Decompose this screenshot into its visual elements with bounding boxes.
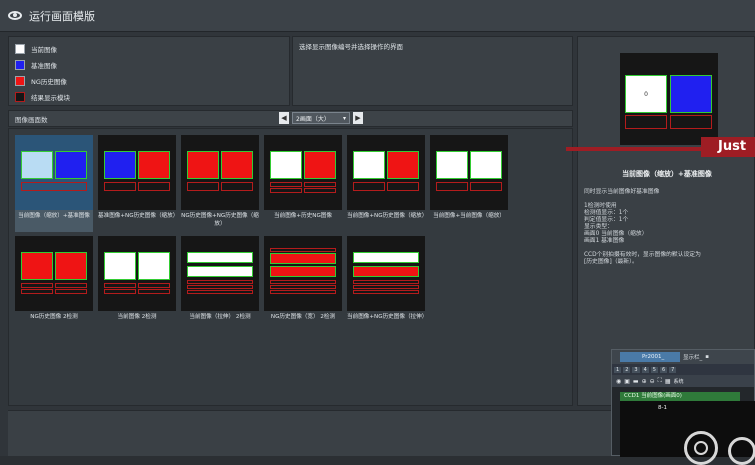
layout-tile[interactable]: NG历史图像 2检测: [15, 236, 93, 331]
layout-tile[interactable]: 当前图像+历史NG图像: [264, 135, 342, 230]
layout-label: NG历史图像 2检测: [30, 314, 78, 320]
camera-toolbar: Pr2001_ 显示栏_ ▪: [612, 350, 754, 364]
app-window: 运行画面模版 当前图像 基准图像 NG历史图像 结果显示模块 选择显示图像编号并…: [0, 0, 755, 465]
legend-label: 基准图像: [31, 62, 57, 70]
hint-text: 选择显示图像编号并选择操作的界面: [299, 43, 403, 51]
layout-label: 当前图像（缩放）+基准图像: [15, 210, 93, 232]
preview-caption: 当前图像（缩放）+基准图像: [622, 170, 712, 178]
preview-screen-index: 0: [644, 90, 648, 98]
layout-thumbnail: [181, 135, 259, 210]
layout-thumbnail: [347, 236, 425, 311]
hint-panel: 选择显示图像编号并选择操作的界面: [292, 36, 573, 106]
legend-label: 当前图像: [31, 46, 57, 54]
layout-thumbnail: [15, 135, 93, 210]
folder-icon[interactable]: ▬: [633, 378, 639, 385]
layout-thumbnail: [347, 135, 425, 210]
badge-ribbon: [566, 147, 706, 151]
swatch-current: [15, 44, 25, 54]
part-ring: [728, 437, 755, 465]
camera-image: 8-1: [620, 401, 755, 465]
screen-count-select[interactable]: 2画面（大） ▾: [292, 112, 350, 124]
layout-label: 当前图像（拉伸） 2检测: [189, 314, 251, 320]
preview-thumbnail: 0: [620, 53, 718, 145]
eye-icon: [8, 11, 22, 20]
layout-tile[interactable]: 当前图像（拉伸） 2检测: [181, 236, 259, 331]
legend-label: 结果显示模块: [31, 94, 70, 102]
camera-tabs: 1 2 3 4 5 6 7: [612, 364, 754, 375]
view-tab[interactable]: CCD1 当前图像(画面0): [620, 392, 740, 401]
swatch-ng-history: [15, 76, 25, 86]
camera-tab[interactable]: 5: [650, 366, 658, 373]
layout-thumbnail: [181, 236, 259, 311]
layout-label: 当前图像+NG历史图像（拉伸）: [347, 314, 428, 320]
layout-tile[interactable]: NG历史图像+NG历史图像（缩放）: [181, 135, 259, 230]
save-icon[interactable]: ▪: [705, 354, 709, 360]
camera-tab[interactable]: 1: [614, 366, 622, 373]
camera-tab[interactable]: 7: [669, 366, 677, 373]
layout-thumbnail: [264, 135, 342, 210]
legend-panel: 当前图像 基准图像 NG历史图像 结果显示模块: [8, 36, 290, 106]
title-bar: 运行画面模版: [0, 0, 755, 32]
screen-count-nav: ◀ 2画面（大） ▾ ▶: [279, 112, 363, 124]
layout-label: NG历史图像+NG历史图像（缩放）: [181, 213, 259, 227]
legend-item: 当前图像: [15, 41, 283, 57]
swatch-result-module: [15, 92, 25, 102]
prev-button[interactable]: ◀: [279, 112, 289, 124]
layout-tile[interactable]: 基准图像+NG历史图像（缩放）: [98, 135, 179, 230]
fit-icon[interactable]: ⛶: [658, 377, 662, 385]
layout-label: 当前图像+NG历史图像（缩放）: [347, 213, 428, 219]
zoom-in-icon[interactable]: ⊕: [642, 378, 647, 385]
layout-label: 基准图像+NG历史图像（缩放）: [98, 213, 179, 219]
layout-label: 当前图像+当前图像（缩放）: [433, 213, 505, 219]
layout-gallery: 当前图像（缩放）+基准图像 基准图像+NG历史图像（缩放） NG历史图像+NG历…: [8, 128, 573, 406]
camera-tab[interactable]: 6: [659, 366, 668, 373]
camera-tab[interactable]: 3: [632, 366, 640, 373]
capture-icon[interactable]: ▣: [624, 378, 630, 385]
camera-tools: ◉ ▣ ▬ ⊕ ⊖ ⛶ ▦ 系统: [612, 375, 754, 387]
gallery-header: 图像画面数 ◀ 2画面（大） ▾ ▶: [8, 110, 573, 127]
layout-thumbnail: [430, 135, 508, 210]
layout-label: 当前图像 2检测: [117, 314, 157, 320]
overlay-label: 8-1: [658, 405, 667, 411]
preview-description: 同时显示当前图像好基准图像 1检测时使用 检测值显示：1个 判定值显示：1个 显…: [584, 189, 701, 265]
camera-tab[interactable]: 4: [641, 366, 649, 373]
next-button[interactable]: ▶: [353, 112, 363, 124]
layout-thumbnail: [98, 236, 176, 311]
window-title: 运行画面模版: [29, 9, 95, 23]
eye-icon[interactable]: ◉: [616, 378, 621, 385]
display-menu[interactable]: 显示栏_: [683, 353, 702, 361]
part-ring: [694, 441, 708, 455]
grid-icon[interactable]: ▦: [665, 378, 671, 385]
layout-tile[interactable]: 当前图像（缩放）+基准图像: [15, 135, 93, 232]
chevron-down-icon: ▾: [342, 114, 346, 122]
program-select[interactable]: Pr2001_: [620, 352, 680, 362]
layout-label: NG历史图像（宽） 2检测: [270, 314, 336, 320]
legend-item: NG历史图像: [15, 73, 283, 89]
layout-tile[interactable]: 当前图像+NG历史图像（缩放）: [347, 135, 428, 230]
zoom-out-icon[interactable]: ⊖: [650, 378, 655, 385]
legend-label: NG历史图像: [31, 78, 67, 86]
swatch-reference: [15, 60, 25, 70]
camera-tab[interactable]: 2: [623, 366, 631, 373]
screen-count-value: 2画面（大）: [296, 115, 330, 123]
layout-tile[interactable]: 当前图像+NG历史图像（拉伸）: [347, 236, 428, 331]
side-label: 系统: [673, 378, 684, 385]
layout-thumbnail: [264, 236, 342, 311]
layout-tile[interactable]: 当前图像 2检测: [98, 236, 176, 331]
gallery-title: 图像画面数: [15, 115, 48, 124]
camera-monitor-panel: Pr2001_ 显示栏_ ▪ 1 2 3 4 5 6 7 ◉ ▣ ▬ ⊕ ⊖ ⛶…: [611, 349, 755, 465]
legend-item: 结果显示模块: [15, 89, 283, 105]
layout-thumbnail: [15, 236, 93, 311]
just-badge: Just: [701, 137, 755, 157]
layout-tile[interactable]: NG历史图像（宽） 2检测: [264, 236, 342, 331]
layout-label: 当前图像+历史NG图像: [274, 213, 332, 219]
legend-item: 基准图像: [15, 57, 283, 73]
layout-tile[interactable]: 当前图像+当前图像（缩放）: [430, 135, 508, 230]
layout-thumbnail: [98, 135, 176, 210]
